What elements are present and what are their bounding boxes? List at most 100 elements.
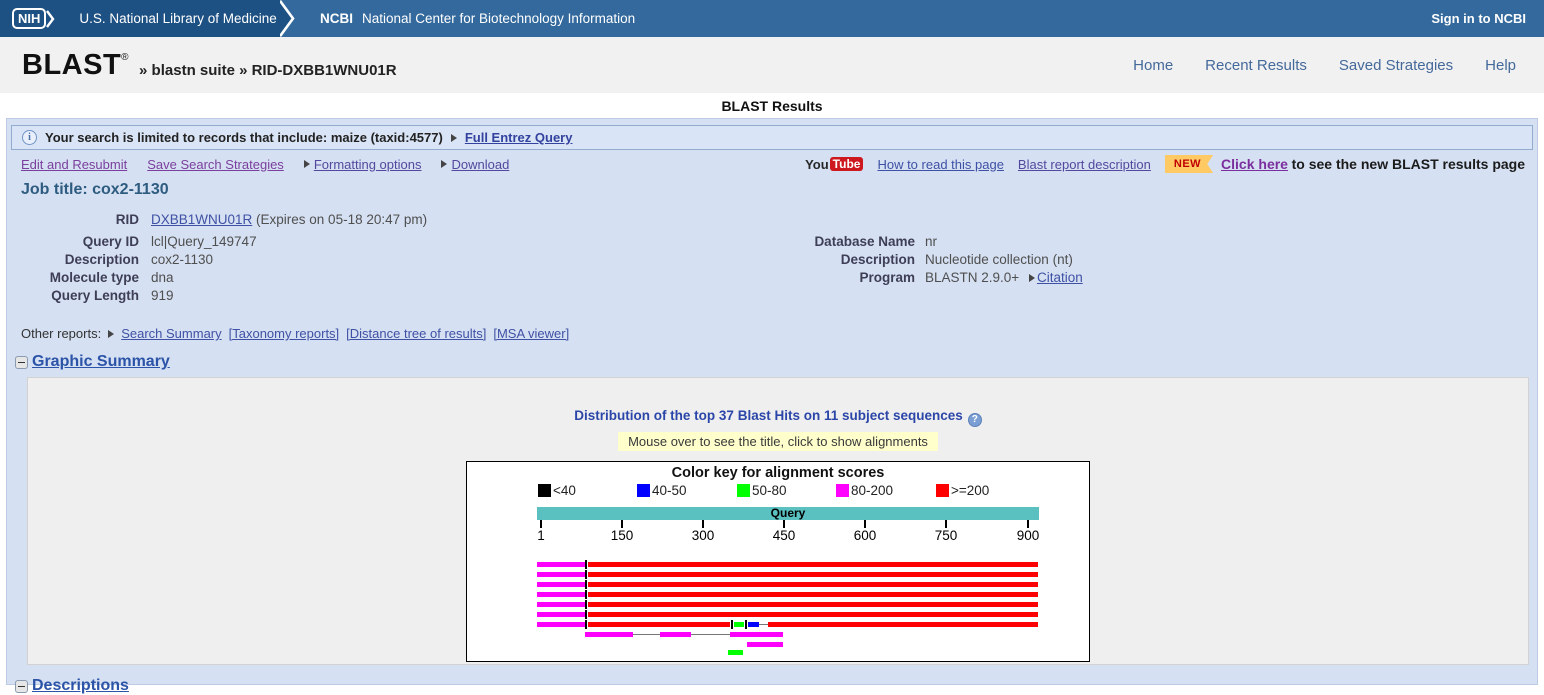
job-title: Job title: cox2-1130 bbox=[21, 181, 169, 198]
hit-segment[interactable] bbox=[537, 621, 585, 627]
hit-segment bbox=[759, 623, 768, 625]
other-reports-label: Other reports: bbox=[21, 326, 102, 341]
hit-segment[interactable] bbox=[730, 631, 783, 637]
nav-help[interactable]: Help bbox=[1485, 57, 1516, 74]
legend-label: 40-50 bbox=[652, 482, 687, 498]
youtube-you-text: You bbox=[805, 156, 829, 172]
hit-segment[interactable] bbox=[588, 591, 1038, 597]
taxonomy-reports-link[interactable]: [Taxonomy reports] bbox=[229, 326, 340, 341]
db-description-label: Description bbox=[840, 252, 915, 267]
collapse-icon[interactable] bbox=[15, 679, 28, 693]
msa-viewer-link[interactable]: [MSA viewer] bbox=[493, 326, 569, 341]
new-results-page-text: to see the new BLAST results page bbox=[1291, 156, 1525, 172]
hit-segment[interactable] bbox=[537, 561, 585, 567]
collapse-icon[interactable] bbox=[15, 355, 28, 369]
db-description-value: Nucleotide collection (nt) bbox=[925, 252, 1073, 267]
detail-row-db-description: Description Nucleotide collection (nt) bbox=[770, 252, 1083, 267]
hit-segment[interactable] bbox=[537, 611, 585, 617]
hit-segment[interactable] bbox=[768, 621, 1038, 627]
actions-right: You Tube How to read this page Blast rep… bbox=[805, 155, 1525, 173]
download-link[interactable]: Download bbox=[451, 157, 509, 172]
hit-segment[interactable] bbox=[588, 571, 1038, 577]
description-value: cox2-1130 bbox=[151, 252, 214, 267]
breadcrumb[interactable]: » blastn suite » RID-DXBB1WNU01R bbox=[139, 62, 397, 79]
hit-segment[interactable] bbox=[537, 601, 585, 607]
how-to-read-link[interactable]: How to read this page bbox=[877, 157, 1003, 172]
signin-link[interactable]: Sign in to NCBI bbox=[1431, 11, 1544, 26]
search-summary-link[interactable]: Search Summary bbox=[121, 326, 221, 341]
hit-segment[interactable] bbox=[588, 601, 1038, 607]
blast-logo[interactable]: BLAST® bbox=[22, 49, 129, 82]
nav-recent-results[interactable]: Recent Results bbox=[1205, 57, 1307, 74]
save-search-strategies-link[interactable]: Save Search Strategies bbox=[147, 157, 284, 172]
hit-segment[interactable] bbox=[728, 649, 743, 655]
nav-home[interactable]: Home bbox=[1133, 57, 1173, 74]
hit-segment bbox=[585, 559, 587, 569]
hit-segment[interactable] bbox=[588, 561, 1038, 567]
hit-segment[interactable] bbox=[588, 581, 1038, 587]
blast-report-description-link[interactable]: Blast report description bbox=[1018, 157, 1151, 172]
hit-segment[interactable] bbox=[537, 571, 585, 577]
graphic-summary-title[interactable]: Graphic Summary bbox=[32, 353, 170, 371]
molecule-type-label: Molecule type bbox=[49, 270, 139, 285]
legend-swatch-icon bbox=[936, 483, 949, 497]
axis-tick bbox=[864, 519, 866, 528]
hit-segment bbox=[731, 619, 733, 629]
help-icon[interactable]: ? bbox=[967, 412, 982, 427]
info-icon: i bbox=[22, 130, 37, 145]
details-right: Database Name nr Description Nucleotide co… bbox=[770, 234, 1083, 288]
axis-tick bbox=[540, 519, 542, 528]
ncbi-abbr[interactable]: NCBI bbox=[320, 11, 353, 26]
hit-segment[interactable] bbox=[660, 631, 691, 637]
legend-swatch-icon bbox=[637, 483, 650, 497]
click-here-link[interactable]: Click here bbox=[1221, 156, 1288, 172]
nlm-section: NIH U.S. National Library of Medicine bbox=[0, 0, 280, 37]
youtube-icon[interactable]: You Tube bbox=[805, 156, 864, 172]
legend-item-lt40: <40 bbox=[538, 483, 576, 498]
nav-saved-strategies[interactable]: Saved Strategies bbox=[1339, 57, 1453, 74]
graphic-summary-heading[interactable]: Graphic Summary bbox=[15, 353, 1537, 371]
detail-row-database-name: Database Name nr bbox=[770, 234, 1083, 249]
description-label: Description bbox=[64, 252, 139, 267]
search-limit-notice: i Your search is limited to records that… bbox=[11, 125, 1533, 150]
nih-logo[interactable]: NIH bbox=[12, 8, 55, 29]
hit-segment[interactable] bbox=[747, 641, 783, 647]
citation-link[interactable]: Citation bbox=[1037, 270, 1083, 285]
hit-segment[interactable] bbox=[537, 591, 585, 597]
hit-segment[interactable] bbox=[537, 581, 585, 587]
blast-logo-text: BLAST bbox=[22, 48, 122, 81]
youtube-tube-text: Tube bbox=[829, 157, 864, 171]
nlm-label[interactable]: U.S. National Library of Medicine bbox=[79, 11, 276, 26]
hit-segment[interactable] bbox=[588, 611, 1038, 617]
notice-text: Your search is limited to records that i… bbox=[45, 130, 443, 145]
actions-left: Edit and Resubmit Save Search Strategies… bbox=[21, 157, 509, 172]
distribution-title: Distribution of the top 37 Blast Hits on… bbox=[574, 408, 963, 423]
edit-resubmit-link[interactable]: Edit and Resubmit bbox=[21, 157, 127, 172]
query-bar: Query bbox=[537, 506, 1039, 520]
topbar-chevron-icon bbox=[280, 0, 295, 37]
registered-mark: ® bbox=[121, 51, 130, 63]
ncbi-section: NCBI National Center for Biotechnology I… bbox=[280, 0, 1544, 37]
hit-segment[interactable] bbox=[585, 631, 633, 637]
distance-tree-link[interactable]: [Distance tree of results] bbox=[346, 326, 486, 341]
descriptions-heading[interactable]: Descriptions bbox=[15, 677, 1537, 695]
molecule-type-value: dna bbox=[151, 270, 174, 285]
formatting-options-link[interactable]: Formatting options bbox=[314, 157, 422, 172]
header-nav: Home Recent Results Saved Strategies Hel… bbox=[1133, 57, 1516, 74]
hit-segment[interactable] bbox=[748, 621, 759, 627]
page-title: BLAST Results bbox=[0, 93, 1544, 118]
rid-link[interactable]: DXBB1WNU01R bbox=[151, 212, 252, 227]
axis-tick-label: 150 bbox=[610, 527, 634, 543]
ncbi-label[interactable]: National Center for Biotechnology Inform… bbox=[362, 11, 635, 26]
legend-swatch-icon bbox=[538, 483, 551, 497]
query-id-value: lcl|Query_149747 bbox=[151, 234, 257, 249]
arrow-icon bbox=[1028, 274, 1035, 282]
axis-tick-label: 450 bbox=[772, 527, 796, 543]
full-entrez-query-link[interactable]: Full Entrez Query bbox=[465, 130, 573, 145]
hit-segment[interactable] bbox=[734, 621, 744, 627]
legend-label: 50-80 bbox=[752, 482, 787, 498]
detail-row-program: Program BLASTN 2.9.0+ Citation bbox=[770, 270, 1083, 285]
descriptions-title[interactable]: Descriptions bbox=[32, 677, 129, 695]
hit-segment[interactable] bbox=[588, 621, 730, 627]
axis-tick-label: 750 bbox=[934, 527, 958, 543]
